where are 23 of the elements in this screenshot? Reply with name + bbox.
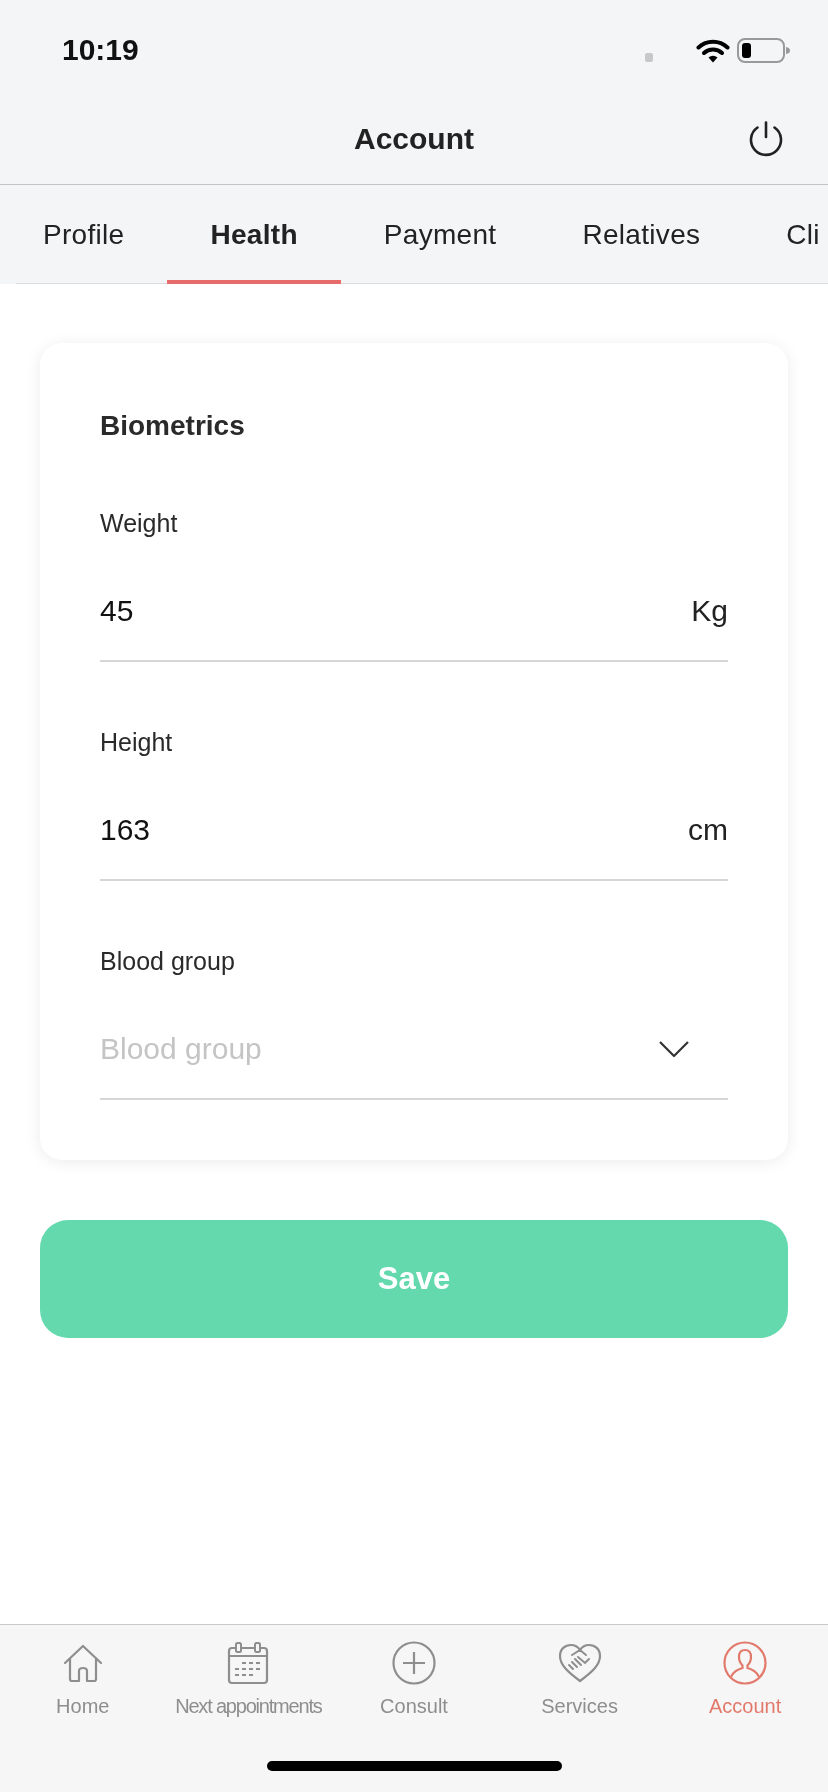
field-label: Blood group	[100, 946, 235, 976]
tab[interactable]: Payment	[340, 185, 540, 284]
user-icon	[723, 1641, 768, 1685]
plus-circle-icon	[392, 1641, 436, 1685]
field-label: Height	[100, 727, 173, 757]
tab[interactable]: Cli	[743, 185, 828, 284]
page-title: Account	[354, 122, 474, 156]
battery-icon	[737, 37, 790, 63]
tab[interactable]: Health	[167, 185, 341, 284]
input-field[interactable]: 45 Kg	[100, 538, 728, 662]
wifi-icon	[696, 37, 730, 63]
field-label: Weight	[100, 508, 178, 538]
calendar-icon	[226, 1641, 271, 1685]
tab[interactable]: Profile	[0, 185, 168, 284]
power-icon[interactable]	[747, 120, 785, 158]
status-time: 10:19	[62, 33, 139, 67]
unit-label: Kg	[691, 593, 728, 629]
card-title: Biometrics	[100, 409, 245, 443]
tab[interactable]: Relatives	[539, 185, 744, 284]
input-field[interactable]: 163 cm	[100, 757, 728, 881]
chevron-down-icon	[658, 1040, 690, 1058]
unit-label: cm	[688, 812, 728, 848]
handshake-heart-icon	[557, 1641, 602, 1685]
